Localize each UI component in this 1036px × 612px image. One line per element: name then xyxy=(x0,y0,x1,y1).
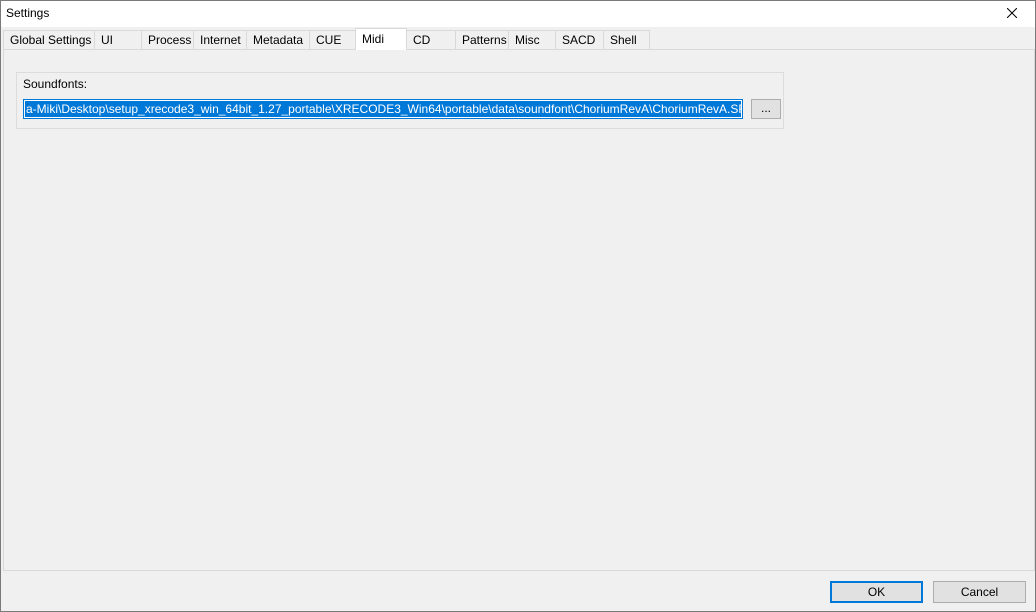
tab-metadata[interactable]: Metadata xyxy=(246,30,310,49)
soundfonts-label: Soundfonts: xyxy=(23,77,88,91)
midi-tab-page: Soundfonts: a-Miki\Desktop\setup_xrecode… xyxy=(3,49,1035,571)
settings-window: Settings Global Settings UI Process Inte… xyxy=(0,0,1036,612)
tab-misc[interactable]: Misc xyxy=(508,30,556,49)
title-bar: Settings xyxy=(1,1,1035,27)
cancel-button[interactable]: Cancel xyxy=(933,581,1026,603)
soundfont-path-value: a-Miki\Desktop\setup_xrecode3_win_64bit_… xyxy=(25,101,741,117)
soundfont-path-input[interactable]: a-Miki\Desktop\setup_xrecode3_win_64bit_… xyxy=(23,99,743,119)
tab-patterns[interactable]: Patterns xyxy=(455,30,509,49)
tab-cue[interactable]: CUE xyxy=(309,30,356,49)
tab-internet[interactable]: Internet xyxy=(193,30,247,49)
tab-sacd[interactable]: SACD xyxy=(555,30,604,49)
tab-shell[interactable]: Shell xyxy=(603,30,650,49)
browse-soundfont-button[interactable]: ... xyxy=(751,99,781,119)
tab-ui[interactable]: UI xyxy=(94,30,142,49)
window-title: Settings xyxy=(6,6,50,20)
tab-midi[interactable]: Midi xyxy=(355,28,407,50)
tab-process[interactable]: Process xyxy=(141,30,194,49)
settings-tabs: Global Settings UI Process Internet Meta… xyxy=(3,28,1033,50)
close-button[interactable] xyxy=(989,1,1035,27)
ok-button[interactable]: OK xyxy=(830,581,923,603)
tab-global-settings[interactable]: Global Settings xyxy=(3,30,95,49)
close-icon xyxy=(1006,7,1018,21)
soundfonts-group: Soundfonts: a-Miki\Desktop\setup_xrecode… xyxy=(16,72,784,129)
tab-cd[interactable]: CD xyxy=(406,30,456,49)
